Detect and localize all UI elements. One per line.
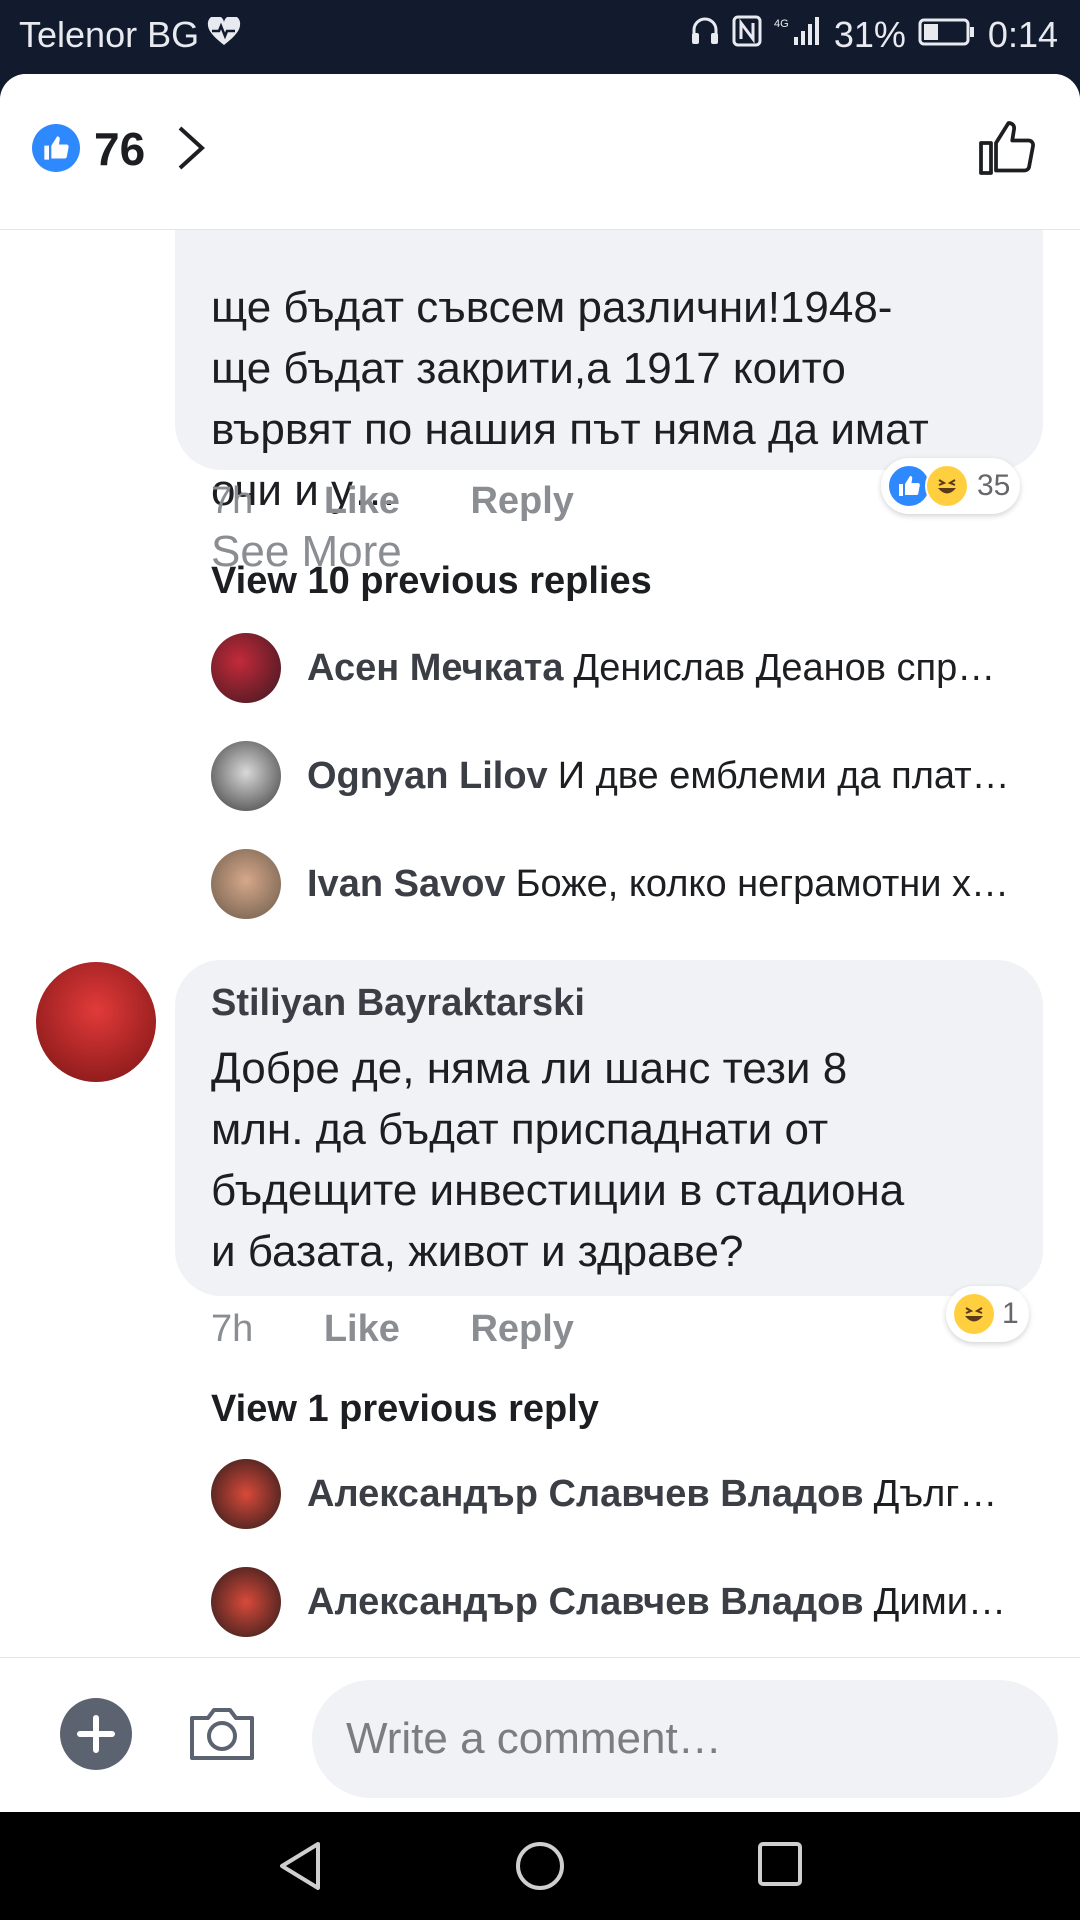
status-bar: Telenor BG 4G 31% 0:14	[0, 0, 1080, 74]
reaction-count: 1	[1002, 1297, 1019, 1330]
comment-composer	[0, 1657, 1080, 1812]
reply-snippet: Дълг…	[873, 1472, 998, 1515]
reply-item[interactable]: Александър Славчев Владов Дими…	[211, 1566, 1041, 1638]
comment-author[interactable]: Stiliyan Bayraktarski	[211, 982, 585, 1025]
recents-square-icon	[758, 1842, 802, 1886]
view-previous-replies[interactable]: View 10 previous replies	[211, 560, 652, 603]
home-circle-icon	[516, 1842, 564, 1890]
haha-reaction-icon	[952, 1292, 996, 1336]
reply-author[interactable]: Асен Мечката	[307, 647, 564, 689]
avatar[interactable]	[211, 1567, 281, 1637]
reactions-header: 76	[0, 74, 1080, 230]
avatar[interactable]	[211, 1459, 281, 1529]
headset-icon	[690, 14, 720, 56]
battery-icon	[918, 14, 976, 56]
nfc-icon	[732, 14, 762, 56]
reply-snippet: Боже, колко неграмотни х…	[515, 862, 1009, 905]
comment-bubble[interactable]: Stiliyan Bayraktarski Добре де, няма ли …	[175, 960, 1043, 1296]
add-attachment-button[interactable]	[60, 1698, 132, 1770]
comments-list: ще бъдат съвсем различни!1948- ще бъдат …	[0, 230, 1080, 1730]
reply-snippet: Дими…	[873, 1580, 1006, 1623]
reply-snippet: Денислав Деанов спр…	[573, 646, 996, 689]
back-button[interactable]	[276, 1840, 326, 1897]
signal-4g-icon: 4G	[774, 14, 822, 56]
back-triangle-icon	[280, 1842, 320, 1890]
reply-author[interactable]: Александър Славчев Владов	[307, 1473, 864, 1515]
comment-time: 7h	[211, 1308, 254, 1350]
camera-icon	[190, 1708, 254, 1760]
reaction-summary[interactable]: 1	[946, 1286, 1029, 1342]
avatar[interactable]	[36, 962, 156, 1082]
comment-input[interactable]	[312, 1680, 1058, 1798]
reply-item[interactable]: Ivan Savov Боже, колко неграмотни х…	[211, 848, 1041, 920]
reply-snippet: И две емблеми да плат…	[557, 754, 1010, 797]
comment-bubble[interactable]: ще бъдат съвсем различни!1948- ще бъдат …	[175, 230, 1043, 576]
reply-item[interactable]: Асен Мечката Денислав Деанов спр…	[211, 632, 1041, 704]
reply-author[interactable]: Александър Славчев Владов	[307, 1581, 864, 1623]
reply-button[interactable]: Reply	[470, 480, 573, 522]
haha-reaction-icon	[925, 464, 969, 508]
comment-text: Добре де, няма ли шанс тези 8 млн. да бъ…	[211, 1044, 905, 1276]
clock: 0:14	[987, 14, 1058, 55]
reply-author[interactable]: Ognyan Lilov	[307, 755, 548, 797]
like-button[interactable]: Like	[324, 1308, 400, 1350]
health-heart-icon	[207, 14, 241, 56]
plus-icon	[77, 1715, 115, 1753]
home-button[interactable]	[514, 1840, 566, 1897]
svg-text:4G: 4G	[774, 18, 789, 30]
system-nav-bar	[0, 1812, 1080, 1920]
avatar[interactable]	[211, 849, 281, 919]
reply-item[interactable]: Ognyan Lilov И две емблеми да плат…	[211, 740, 1041, 812]
battery-percent: 31%	[833, 14, 906, 55]
reply-item[interactable]: Александър Славчев Владов Дълг…	[211, 1458, 1041, 1530]
comment-time: 7h	[211, 480, 254, 522]
avatar[interactable]	[211, 633, 281, 703]
comments-sheet: 76 ще бъдат съвсем различни!1948- ще бъд…	[0, 74, 1080, 1812]
like-reaction-icon[interactable]	[32, 124, 80, 172]
recents-button[interactable]	[756, 1840, 804, 1893]
avatar[interactable]	[211, 741, 281, 811]
reply-author[interactable]: Ivan Savov	[307, 863, 506, 905]
camera-button[interactable]	[186, 1698, 258, 1775]
reaction-summary[interactable]: 35	[881, 458, 1021, 514]
like-post-button[interactable]	[976, 118, 1036, 183]
like-count[interactable]: 76	[94, 122, 145, 176]
carrier-label: Telenor BG	[19, 14, 200, 55]
like-button[interactable]: Like	[324, 480, 400, 522]
reply-button[interactable]: Reply	[470, 1308, 573, 1350]
view-previous-replies[interactable]: View 1 previous reply	[211, 1388, 599, 1431]
chevron-right-icon[interactable]	[176, 124, 206, 177]
reaction-count: 35	[977, 469, 1011, 502]
comment-actions: 7h Like Reply	[211, 480, 574, 523]
comment-actions: 7h Like Reply	[211, 1308, 574, 1351]
